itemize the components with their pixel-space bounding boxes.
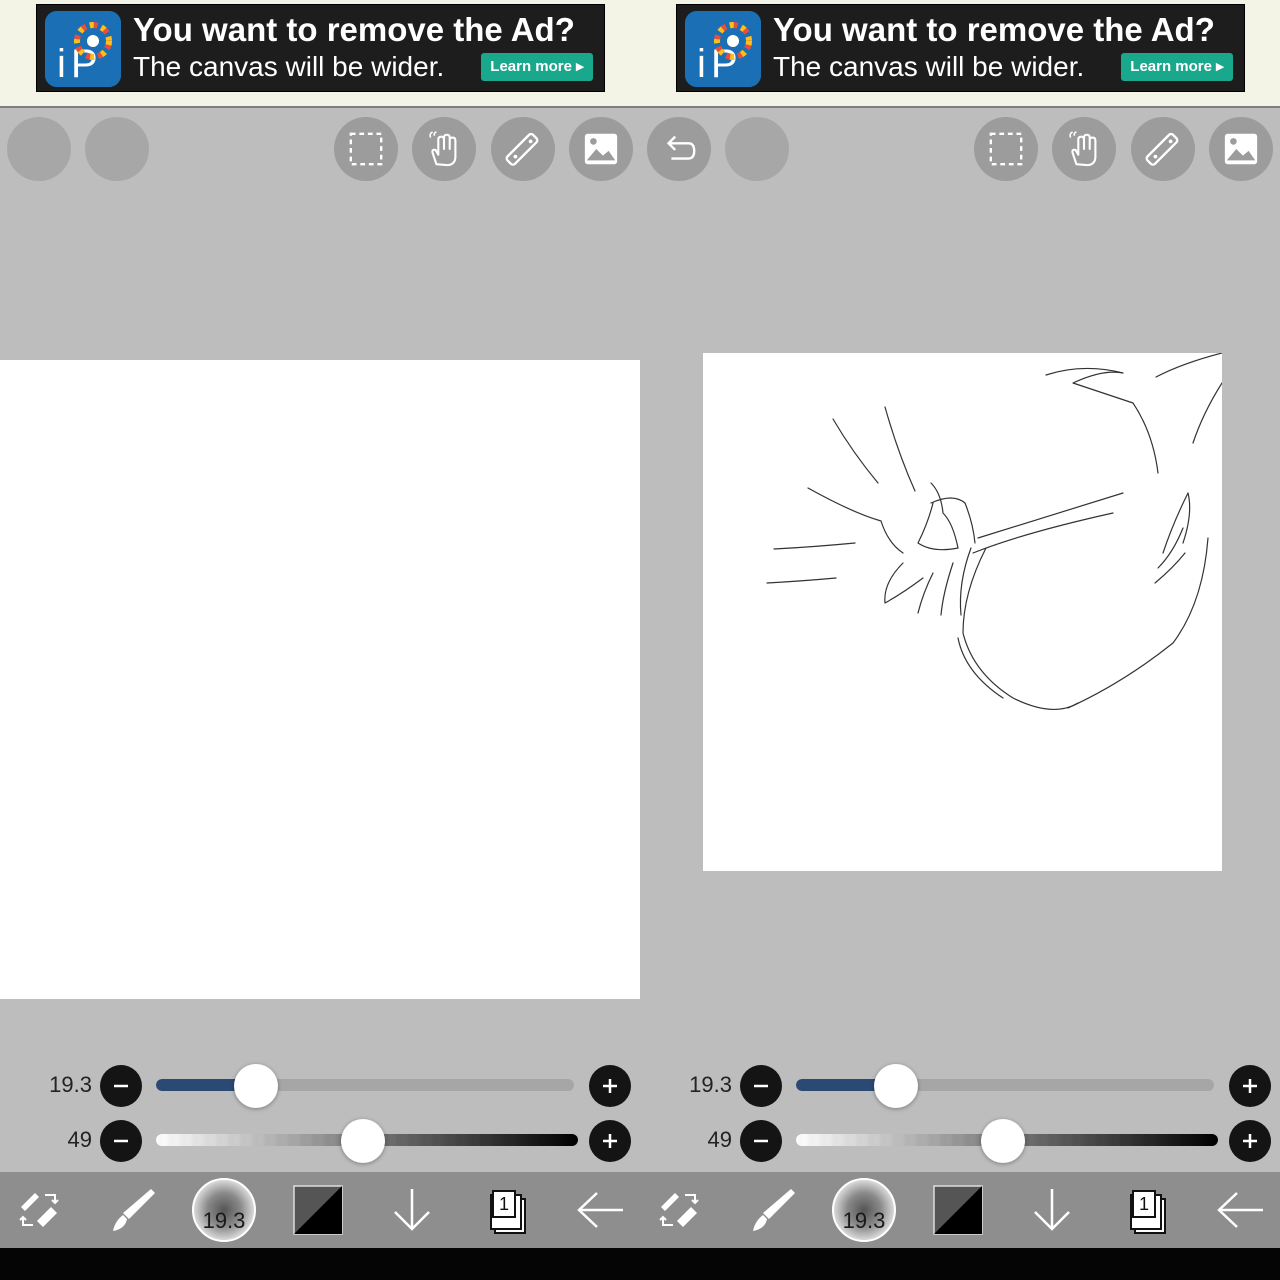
ad-subtitle: The canvas will be wider.	[133, 51, 445, 82]
ad-banner[interactable]: i P You want to remove the Ad? The canva…	[36, 4, 605, 92]
swap-tools-icon[interactable]	[652, 1182, 708, 1238]
ad-banner[interactable]: i P You want to remove the Ad? The canva…	[676, 4, 1245, 92]
opacity-slider-row: 49	[640, 1119, 1280, 1163]
menu-icon[interactable]	[7, 117, 71, 181]
image-icon[interactable]	[569, 117, 633, 181]
brush-size-thumb[interactable]	[874, 1064, 919, 1108]
brush-preview-label: 19.3	[842, 1208, 886, 1233]
download-icon[interactable]	[384, 1182, 440, 1238]
sketch-drawing	[766, 352, 1223, 711]
increase-size-button[interactable]	[1229, 1065, 1271, 1107]
svg-text:P: P	[71, 42, 98, 86]
redo-icon[interactable]	[725, 117, 789, 181]
decrease-opacity-button[interactable]	[740, 1120, 782, 1162]
decrease-opacity-button[interactable]	[100, 1120, 142, 1162]
increase-size-button[interactable]	[589, 1065, 631, 1107]
brush-size-thumb[interactable]	[234, 1064, 279, 1108]
layer-count: 1	[1132, 1190, 1156, 1218]
ad-title: You want to remove the Ad?	[773, 11, 1215, 48]
right-pane: i P You want to remove the Ad? The canva…	[640, 0, 1280, 1280]
opacity-value: 49	[707, 1127, 732, 1152]
layers-icon[interactable]: 1	[1118, 1182, 1174, 1238]
ad-area: i P You want to remove the Ad? The canva…	[640, 0, 1280, 108]
system-nav-bar	[640, 1248, 1280, 1280]
back-icon[interactable]	[1212, 1182, 1268, 1238]
decrease-size-button[interactable]	[100, 1065, 142, 1107]
ibis-paint-logo-icon: i P	[45, 11, 121, 87]
ruler-icon[interactable]	[1131, 117, 1195, 181]
ibis-paint-logo-icon: i P	[685, 11, 761, 87]
increase-opacity-button[interactable]	[1229, 1120, 1271, 1162]
color-icon[interactable]	[290, 1182, 346, 1238]
back-icon[interactable]	[572, 1182, 628, 1238]
brush-icon[interactable]	[744, 1182, 800, 1238]
selection-icon[interactable]	[974, 117, 1038, 181]
undo-icon[interactable]	[647, 117, 711, 181]
svg-text:P: P	[711, 42, 738, 86]
opacity-value: 49	[67, 1127, 92, 1152]
bottom-toolbar: 19.3 1	[640, 1172, 1280, 1248]
brush-preview-label: 19.3	[202, 1208, 246, 1233]
system-nav-bar	[0, 1248, 640, 1280]
ad-area: i P You want to remove the Ad? The canva…	[0, 0, 640, 108]
brush-size-slider-row: 19.3	[0, 1064, 640, 1108]
opacity-slider-row: 49	[0, 1119, 640, 1163]
brush-size-icon[interactable]: 19.3	[832, 1178, 896, 1242]
learn-more-button[interactable]: Learn more ▸	[481, 53, 593, 81]
layer-count: 1	[492, 1190, 516, 1218]
svg-text:i: i	[697, 42, 706, 86]
layers-icon[interactable]: 1	[478, 1182, 534, 1238]
left-pane: i P You want to remove the Ad? The canva…	[0, 0, 640, 1280]
brush-size-value: 19.3	[689, 1072, 732, 1097]
image-icon[interactable]	[1209, 117, 1273, 181]
brush-icon[interactable]	[104, 1182, 160, 1238]
opacity-thumb[interactable]	[340, 1119, 385, 1163]
ad-subtitle: The canvas will be wider.	[773, 51, 1085, 82]
ad-title: You want to remove the Ad?	[133, 11, 575, 48]
brush-size-track[interactable]	[156, 1079, 574, 1091]
bottom-toolbar: 19.3 1	[0, 1172, 640, 1248]
hand-tool-icon[interactable]	[412, 117, 476, 181]
download-icon[interactable]	[1024, 1182, 1080, 1238]
selection-icon[interactable]	[334, 117, 398, 181]
brush-size-value: 19.3	[49, 1072, 92, 1097]
hand-tool-icon[interactable]	[1052, 117, 1116, 181]
brush-size-track[interactable]	[796, 1079, 1214, 1091]
layers-panel-icon[interactable]	[85, 117, 149, 181]
swap-tools-icon[interactable]	[12, 1182, 68, 1238]
color-icon[interactable]	[930, 1182, 986, 1238]
increase-opacity-button[interactable]	[589, 1120, 631, 1162]
brush-size-slider-row: 19.3	[640, 1064, 1280, 1108]
drawing-canvas[interactable]	[0, 360, 640, 999]
drawing-canvas[interactable]	[703, 352, 1223, 871]
decrease-size-button[interactable]	[740, 1065, 782, 1107]
brush-size-icon[interactable]: 19.3	[192, 1178, 256, 1242]
learn-more-button[interactable]: Learn more ▸	[1121, 53, 1233, 81]
opacity-thumb[interactable]	[980, 1119, 1025, 1163]
ruler-icon[interactable]	[491, 117, 555, 181]
svg-text:i: i	[57, 42, 66, 86]
